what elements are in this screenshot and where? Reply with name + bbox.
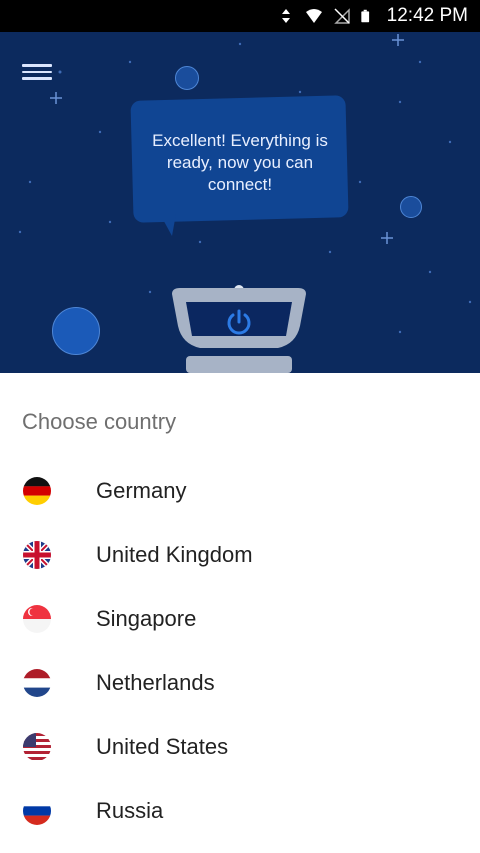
country-name: United States bbox=[96, 734, 229, 759]
country-list-title: Choose country bbox=[22, 409, 177, 434]
no-sim-icon bbox=[333, 8, 350, 24]
country-name: Singapore bbox=[96, 606, 197, 631]
power-icon[interactable] bbox=[225, 308, 253, 336]
country-name: Germany bbox=[96, 478, 187, 503]
country-item-united-kingdom[interactable]: United Kingdom bbox=[0, 523, 480, 587]
wifi-icon bbox=[305, 9, 322, 23]
country-item-germany[interactable]: Germany bbox=[0, 459, 480, 523]
country-item-singapore[interactable]: Singapore bbox=[0, 587, 480, 651]
russia-flag-icon bbox=[23, 797, 51, 825]
country-name: Netherlands bbox=[96, 670, 215, 695]
hero-banner: Excellent! Everything is ready, now you … bbox=[0, 32, 480, 373]
country-item-united-states[interactable]: United States bbox=[0, 715, 480, 779]
data-arrows-icon bbox=[281, 9, 290, 23]
singapore-flag-icon bbox=[23, 605, 51, 633]
battery-icon bbox=[361, 9, 369, 23]
country-item-russia[interactable]: Russia bbox=[0, 779, 480, 843]
netherlands-flag-icon bbox=[23, 669, 51, 697]
us-flag-icon bbox=[23, 733, 51, 761]
status-time: 12:42 PM bbox=[386, 5, 468, 26]
germany-flag-icon bbox=[23, 477, 51, 505]
country-item-netherlands[interactable]: Netherlands bbox=[0, 651, 480, 715]
country-name: United Kingdom bbox=[96, 542, 253, 567]
status-bar: 12:42 PM bbox=[0, 0, 480, 32]
uk-flag-icon bbox=[23, 541, 51, 569]
country-name: Russia bbox=[96, 798, 164, 823]
